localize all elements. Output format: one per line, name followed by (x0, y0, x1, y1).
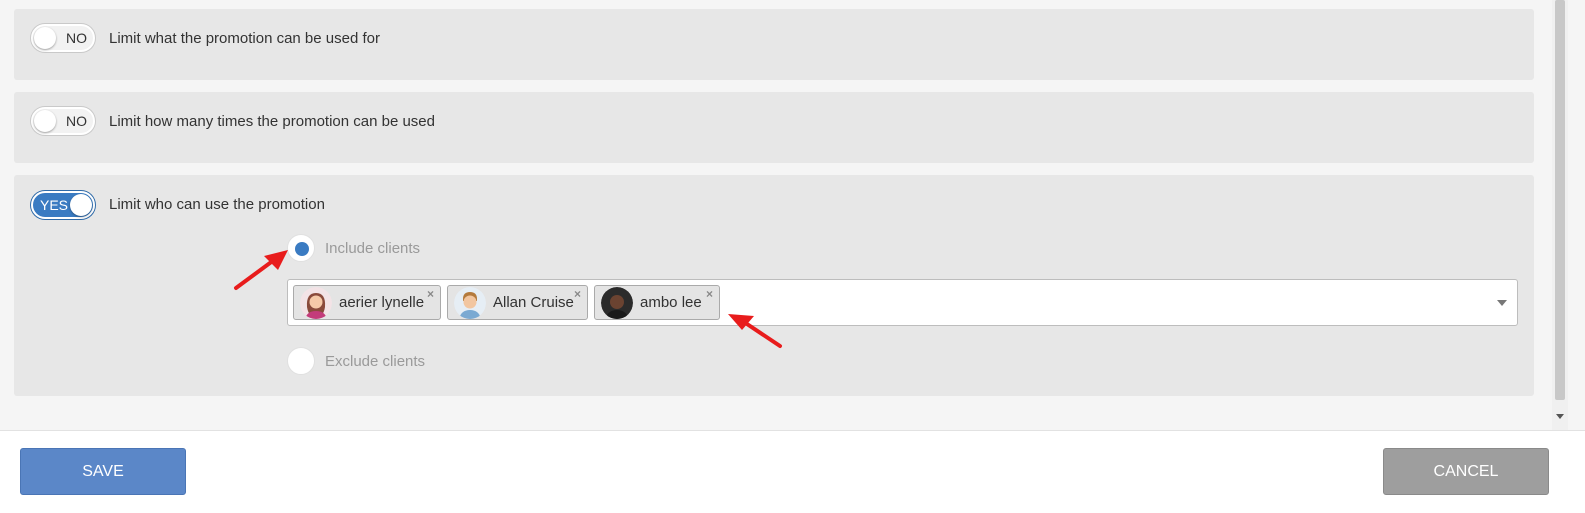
remove-chip-icon[interactable]: × (706, 287, 713, 301)
limit-who-title: Limit who can use the promotion (109, 196, 325, 213)
toggle-state: YES (40, 197, 69, 213)
client-chip-name: ambo lee (640, 294, 702, 311)
chevron-down-icon[interactable] (1497, 300, 1507, 306)
clients-select[interactable]: aerier lynelle × Allan Cruise × ambo lee… (287, 279, 1518, 326)
client-chip-name: Allan Cruise (493, 294, 574, 311)
client-chip-name: aerier lynelle (339, 294, 425, 311)
client-chip: Allan Cruise × (447, 285, 588, 320)
save-button[interactable]: SAVE (20, 448, 186, 495)
remove-chip-icon[interactable]: × (427, 287, 434, 301)
limit-usage-toggle[interactable]: NO (31, 24, 95, 52)
footer-bar: SAVE CANCEL (0, 430, 1585, 513)
exclude-clients-label: Exclude clients (325, 353, 426, 370)
toggle-knob (34, 110, 56, 132)
include-clients-label: Include clients (325, 240, 421, 257)
limit-times-title: Limit how many times the promotion can b… (109, 113, 435, 130)
avatar (601, 287, 633, 319)
scrollbar-thumb[interactable] (1555, 0, 1565, 400)
limit-times-toggle[interactable]: NO (31, 107, 95, 135)
limit-times-panel: NO Limit how many times the promotion ca… (14, 92, 1534, 163)
toggle-state: NO (66, 113, 87, 129)
toggle-knob (34, 27, 56, 49)
annotation-arrow-icon (234, 250, 288, 290)
avatar (454, 287, 486, 319)
scroll-down-icon[interactable] (1556, 414, 1564, 419)
limit-usage-title: Limit what the promotion can be used for (109, 30, 380, 47)
toggle-state: NO (66, 30, 87, 46)
client-chip: ambo lee × (594, 285, 720, 320)
scrollbar[interactable] (1552, 0, 1568, 430)
toggle-knob (70, 194, 92, 216)
limit-who-toggle[interactable]: YES (31, 191, 95, 219)
avatar (300, 287, 332, 319)
cancel-button[interactable]: CANCEL (1383, 448, 1549, 495)
client-chip: aerier lynelle × (293, 285, 441, 320)
remove-chip-icon[interactable]: × (574, 287, 581, 301)
promotion-settings: NO Limit what the promotion can be used … (0, 0, 1552, 430)
limit-usage-panel: NO Limit what the promotion can be used … (14, 9, 1534, 80)
exclude-clients-radio[interactable] (287, 347, 315, 375)
annotation-arrow-icon (728, 314, 782, 348)
